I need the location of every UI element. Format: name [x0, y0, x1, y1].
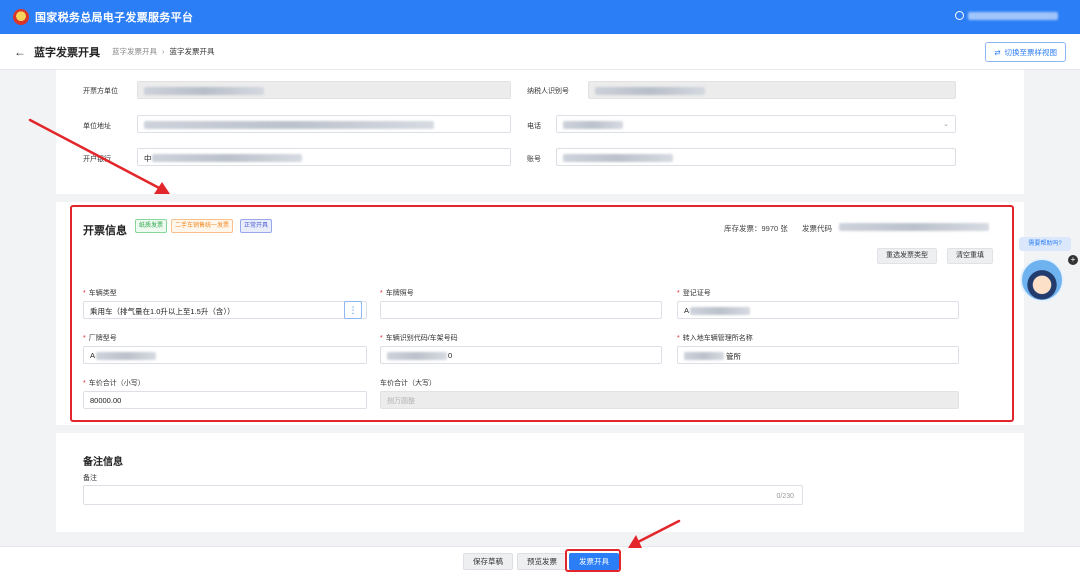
redacted-value — [144, 87, 264, 95]
user-menu[interactable] — [955, 11, 1058, 20]
remark-textarea[interactable]: 0/230 — [83, 485, 803, 505]
seller-section: 开票方单位 纳税人识别号 单位地址 电话 ⌄ 开户银行 中 账号 — [69, 70, 1011, 190]
breadcrumb-current: 蓝字发票开具 — [169, 47, 215, 56]
issue-button-highlight-frame — [565, 549, 621, 572]
seller-name-field — [137, 81, 511, 99]
account-label: 账号 — [527, 156, 541, 163]
switch-view-label: 切换至票样视图 — [1004, 47, 1058, 57]
user-icon — [955, 11, 964, 20]
seller-name-label: 开票方单位 — [83, 88, 118, 95]
tax-emblem-logo — [13, 9, 29, 25]
swap-icon: ⇄ — [994, 47, 1001, 57]
app-title: 国家税务总局电子发票服务平台 — [35, 12, 194, 24]
chevron-down-icon: ⌄ — [943, 121, 949, 128]
bank-label: 开户银行 — [83, 156, 111, 163]
redacted-value — [563, 121, 623, 129]
plus-icon[interactable]: + — [1068, 255, 1078, 265]
top-nav-bar: 国家税务总局电子发票服务平台 — [0, 0, 1080, 34]
breadcrumb-item[interactable]: 蓝字发票开具 — [112, 46, 157, 57]
section-divider — [56, 194, 1024, 202]
section-divider — [56, 425, 1024, 433]
preview-invoice-button[interactable]: 预览发票 — [517, 553, 567, 570]
tax-id-label: 纳税人识别号 — [527, 88, 569, 95]
address-input[interactable] — [137, 115, 511, 133]
redacted-value — [144, 121, 434, 129]
phone-label: 电话 — [527, 123, 541, 130]
redacted-value — [595, 87, 705, 95]
page-header: ← 蓝字发票开具 蓝字发票开具 › 蓝字发票开具 ⇄ 切换至票样视图 — [0, 34, 1080, 70]
redacted-value — [152, 154, 302, 162]
breadcrumb-separator-icon: › — [162, 47, 165, 56]
help-bubble[interactable]: 需要帮助吗? — [1019, 237, 1071, 251]
breadcrumb: 蓝字发票开具 › 蓝字发票开具 — [112, 46, 215, 57]
switch-view-button[interactable]: ⇄ 切换至票样视图 — [985, 42, 1066, 62]
assistant-avatar-icon[interactable] — [1020, 258, 1064, 302]
action-bar: 保存草稿 预览发票 发票开具 — [0, 546, 1080, 575]
invoice-highlight-frame — [70, 205, 1014, 422]
redacted-value — [563, 154, 673, 162]
address-label: 单位地址 — [83, 123, 111, 130]
bank-value: 中 — [144, 154, 152, 163]
user-name-redacted — [968, 11, 1058, 20]
page-title: 蓝字发票开具 — [34, 46, 100, 59]
remark-label: 备注 — [83, 475, 97, 482]
phone-select[interactable]: ⌄ — [556, 115, 956, 133]
remark-char-counter: 0/230 — [776, 493, 794, 500]
save-draft-button[interactable]: 保存草稿 — [463, 553, 513, 570]
tax-id-field — [588, 81, 956, 99]
back-arrow-icon[interactable]: ← — [14, 45, 26, 59]
remark-section-title: 备注信息 — [83, 457, 123, 468]
bank-input[interactable]: 中 — [137, 148, 511, 166]
account-input[interactable] — [556, 148, 956, 166]
